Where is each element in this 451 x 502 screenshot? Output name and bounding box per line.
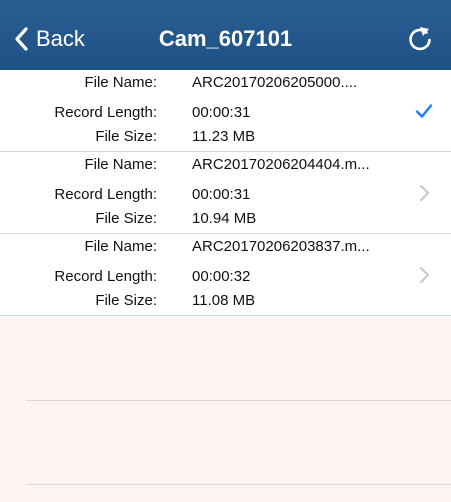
file-name-label: File Name:	[84, 238, 157, 255]
refresh-button[interactable]	[403, 21, 437, 55]
file-size-value: 11.23 MB	[192, 128, 256, 145]
file-size-label: File Size:	[95, 210, 157, 227]
navigation-bar: Back Cam_607101	[0, 0, 451, 70]
record-length-value: 00:00:31	[192, 104, 251, 121]
checkmark-icon	[415, 104, 433, 118]
file-name-line: File Name: ARC20170206205000....	[0, 74, 420, 96]
record-length-value: 00:00:31	[192, 186, 251, 203]
record-length-label: Record Length:	[54, 186, 157, 203]
empty-list-area	[0, 318, 451, 502]
record-length-line: Record Length: 00:00:32	[0, 268, 420, 290]
record-length-label: Record Length:	[54, 104, 157, 121]
chevron-right-icon	[420, 267, 429, 283]
refresh-icon	[409, 27, 431, 51]
chevron-right-icon	[420, 185, 429, 201]
record-length-label: Record Length:	[54, 268, 157, 285]
file-size-value: 11.08 MB	[192, 292, 256, 309]
file-size-value: 10.94 MB	[192, 210, 257, 227]
file-name-line: File Name: ARC20170206203837.m...	[0, 238, 420, 260]
file-size-label: File Size:	[95, 292, 157, 309]
file-row[interactable]: File Name: ARC20170206204404.m... Record…	[0, 152, 451, 234]
file-name-value: ARC20170206205000....	[192, 74, 358, 91]
record-length-value: 00:00:32	[192, 268, 251, 285]
file-name-value: ARC20170206204404.m...	[192, 156, 370, 173]
file-name-value: ARC20170206203837.m...	[192, 238, 370, 255]
record-length-line: Record Length: 00:00:31	[0, 104, 420, 126]
file-size-line: File Size: 11.23 MB	[0, 128, 420, 150]
file-size-line: File Size: 10.94 MB	[0, 210, 420, 232]
empty-row-divider	[26, 484, 451, 485]
file-row[interactable]: File Name: ARC20170206205000.... Record …	[0, 70, 451, 152]
page-title: Cam_607101	[158, 26, 293, 51]
file-name-label: File Name:	[84, 156, 157, 173]
file-row[interactable]: File Name: ARC20170206203837.m... Record…	[0, 234, 451, 316]
empty-row-divider	[26, 400, 451, 401]
file-list: File Name: ARC20170206205000.... Record …	[0, 70, 451, 316]
file-name-line: File Name: ARC20170206204404.m...	[0, 156, 420, 178]
record-length-line: Record Length: 00:00:31	[0, 186, 420, 208]
file-size-line: File Size: 11.08 MB	[0, 292, 420, 314]
file-size-label: File Size:	[95, 128, 157, 145]
file-name-label: File Name:	[84, 74, 157, 91]
